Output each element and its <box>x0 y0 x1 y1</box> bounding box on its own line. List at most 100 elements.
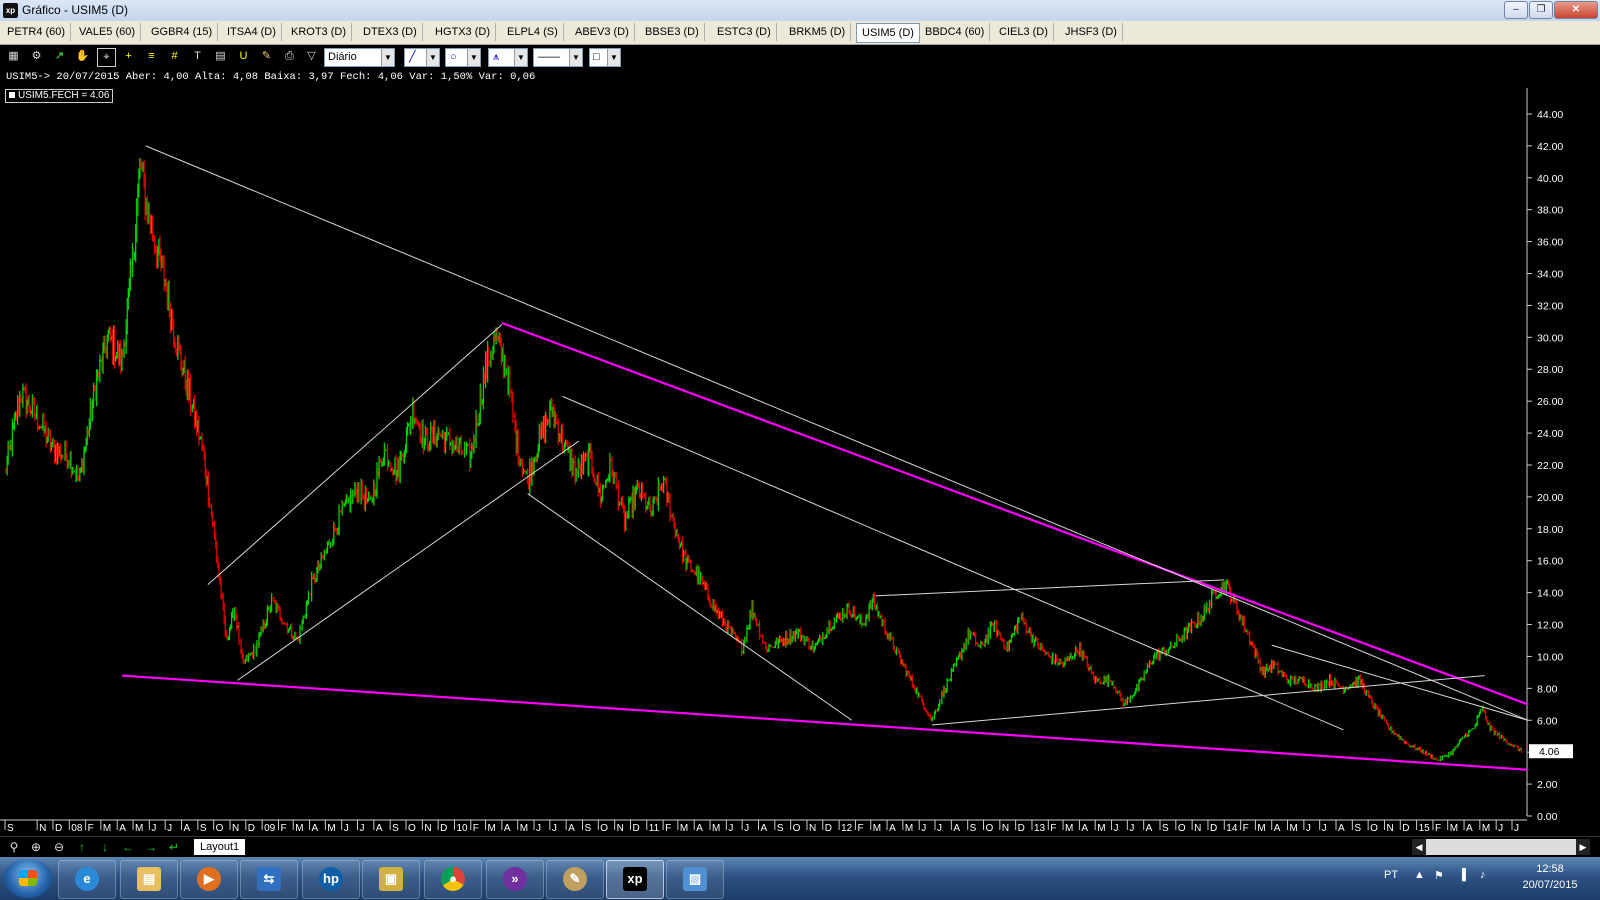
xp-app-icon: xp <box>623 867 647 891</box>
y-tick-label: 18.00 <box>1537 524 1563 536</box>
x-tick-label: M <box>103 823 111 834</box>
chevron-down-icon: ▼ <box>426 49 439 66</box>
language-indicator[interactable]: PT <box>1384 869 1398 881</box>
volume-icon[interactable]: ♪ <box>1480 869 1486 881</box>
tab-brkm5[interactable]: BRKM5 (D) <box>784 23 852 41</box>
signal-icon[interactable]: ▐ <box>1458 869 1466 881</box>
chart-type-icon[interactable]: ▦ <box>5 48 22 65</box>
tab-ciel3[interactable]: CIEL3 (D) <box>994 23 1054 41</box>
tab-dtex3[interactable]: DTEX3 (D) <box>358 23 423 41</box>
restore-button[interactable]: ❐ <box>1529 1 1553 19</box>
text-tool-icon[interactable]: T <box>189 48 206 65</box>
x-tick-label: M <box>295 823 303 834</box>
zoom-in-icon[interactable]: ⊕ <box>28 839 44 855</box>
fibonacci-tool-select[interactable]: ⩚ ▼ <box>488 48 528 67</box>
indicator-icon[interactable]: ↗ <box>51 48 68 65</box>
settings-gear-icon[interactable]: ⚙ <box>28 48 45 65</box>
horizontal-lines-icon[interactable]: ≡ <box>143 48 160 65</box>
x-tick-label: D <box>1210 823 1217 834</box>
tab-bbdc4[interactable]: BBDC4 (60) <box>920 23 991 41</box>
tab-elpl4[interactable]: ELPL4 (S) <box>502 23 564 41</box>
taskbar-photos[interactable]: ▨ <box>666 860 724 899</box>
tab-ggbr4[interactable]: GGBR4 (15) <box>146 23 219 41</box>
x-tick-label: A <box>376 823 383 834</box>
calculator-icon[interactable]: ▤ <box>212 48 229 65</box>
x-tick-label: F <box>88 823 94 834</box>
clipboard-icon[interactable]: ⎙ <box>281 48 298 65</box>
shape-tool-select[interactable]: ○ ▼ <box>445 48 481 67</box>
scroll-right-icon[interactable]: ▶ <box>1576 839 1590 855</box>
candles <box>5 157 1523 762</box>
x-tick-label: F <box>473 823 479 834</box>
paint-palette-icon: ✎ <box>563 867 587 891</box>
x-tick-label: M <box>327 823 335 834</box>
x-tick-label: A <box>953 823 960 834</box>
return-icon[interactable]: ↵ <box>166 839 182 855</box>
taskbar-chrome[interactable]: ● <box>424 860 482 899</box>
line-style-select[interactable]: —— ▼ <box>533 48 583 67</box>
x-tick-label: S <box>392 823 399 834</box>
x-tick-label: M <box>488 823 496 834</box>
x-tick-label: O <box>600 823 608 834</box>
taskbar-app-purple[interactable]: » <box>486 860 544 899</box>
x-tick-label: O <box>1178 823 1186 834</box>
system-clock[interactable]: 12:58 20/07/2015 <box>1510 861 1590 893</box>
taskbar-hp[interactable]: hp <box>302 860 360 899</box>
taskbar-ie[interactable]: e <box>58 860 116 899</box>
tab-itsa4[interactable]: ITSA4 (D) <box>222 23 282 41</box>
arrow-left-icon[interactable]: ← <box>120 839 136 855</box>
tab-jhsf3[interactable]: JHSF3 (D) <box>1060 23 1123 41</box>
tab-estc3[interactable]: ESTC3 (D) <box>712 23 777 41</box>
tab-abev3[interactable]: ABEV3 (D) <box>570 23 635 41</box>
chevron-down-icon: ▼ <box>467 49 480 66</box>
layout-tab[interactable]: Layout1 <box>194 839 246 855</box>
eraser-icon[interactable]: ✎ <box>258 48 275 65</box>
ellipse-icon: ○ <box>450 51 457 63</box>
period-select[interactable]: Diário ▼ <box>324 48 395 67</box>
taskbar-xp[interactable]: xp <box>606 860 664 899</box>
price-chart[interactable]: 0.002.004.006.008.0010.0012.0014.0016.00… <box>0 70 1600 836</box>
magnet-icon[interactable]: U <box>235 48 252 65</box>
tab-usim5[interactable]: USIM5 (D) <box>856 23 920 43</box>
zoom-icon[interactable]: ⚲ <box>6 839 22 855</box>
taskbar-network[interactable]: ⇆ <box>240 860 298 899</box>
y-tick-label: 2.00 <box>1537 779 1558 791</box>
line-tool-select[interactable]: ╱ ▼ <box>404 48 440 67</box>
cursor-select-icon[interactable]: ⌖ <box>97 48 116 67</box>
close-button[interactable]: ✕ <box>1554 1 1598 19</box>
y-tick-label: 38.00 <box>1537 205 1563 217</box>
arrow-down-icon[interactable]: ↓ <box>97 839 113 855</box>
arrow-up-icon[interactable]: ↑ <box>74 839 90 855</box>
tab-bbse3[interactable]: BBSE3 (D) <box>640 23 705 41</box>
taskbar-paint[interactable]: ✎ <box>546 860 604 899</box>
taskbar-explorer[interactable]: ▤ <box>120 860 178 899</box>
x-tick-label: S <box>1162 823 1169 834</box>
start-button[interactable] <box>4 859 52 898</box>
tab-vale5[interactable]: VALE5 (60) <box>74 23 142 41</box>
x-tick-label: J <box>167 823 172 834</box>
legend-label: USIM5.FECH = 4.06 <box>18 90 110 101</box>
x-tick-label: F <box>1243 823 1249 834</box>
horizontal-scrollbar[interactable]: ◀ ▶ <box>1412 839 1590 855</box>
tab-hgtx3[interactable]: HGTX3 (D) <box>430 23 496 41</box>
hand-pan-icon[interactable]: ✋ <box>74 48 91 65</box>
color-select[interactable]: □ ▼ <box>589 48 621 67</box>
legend-swatch <box>9 92 15 98</box>
taskbar-files[interactable]: ▣ <box>362 860 420 899</box>
scroll-left-icon[interactable]: ◀ <box>1412 839 1426 855</box>
filter-icon[interactable]: ▽ <box>303 48 320 65</box>
action-center-flag-icon[interactable]: ⚑ <box>1434 869 1444 882</box>
grid-lines-icon[interactable]: # <box>166 48 183 65</box>
chart-bottom-bar: ⚲ ⊕ ⊖ ↑ ↓ ← → ↵ Layout1 ◀ ▶ <box>0 836 1600 857</box>
taskbar-media-player[interactable]: ▶ <box>180 860 238 899</box>
zoom-out-icon[interactable]: ⊖ <box>51 839 67 855</box>
x-tick-label: 14 <box>1226 823 1238 834</box>
y-tick-label: 40.00 <box>1537 173 1563 185</box>
tab-petr4[interactable]: PETR4 (60) <box>2 23 72 41</box>
minimize-button[interactable]: ‒ <box>1504 1 1528 19</box>
tab-krot3[interactable]: KROT3 (D) <box>286 23 352 41</box>
x-tick-label: M <box>1290 823 1298 834</box>
arrow-right-icon[interactable]: → <box>143 839 159 855</box>
crosshair-icon[interactable]: + <box>120 48 137 65</box>
show-hidden-icons-icon[interactable]: ▲ <box>1414 869 1425 881</box>
